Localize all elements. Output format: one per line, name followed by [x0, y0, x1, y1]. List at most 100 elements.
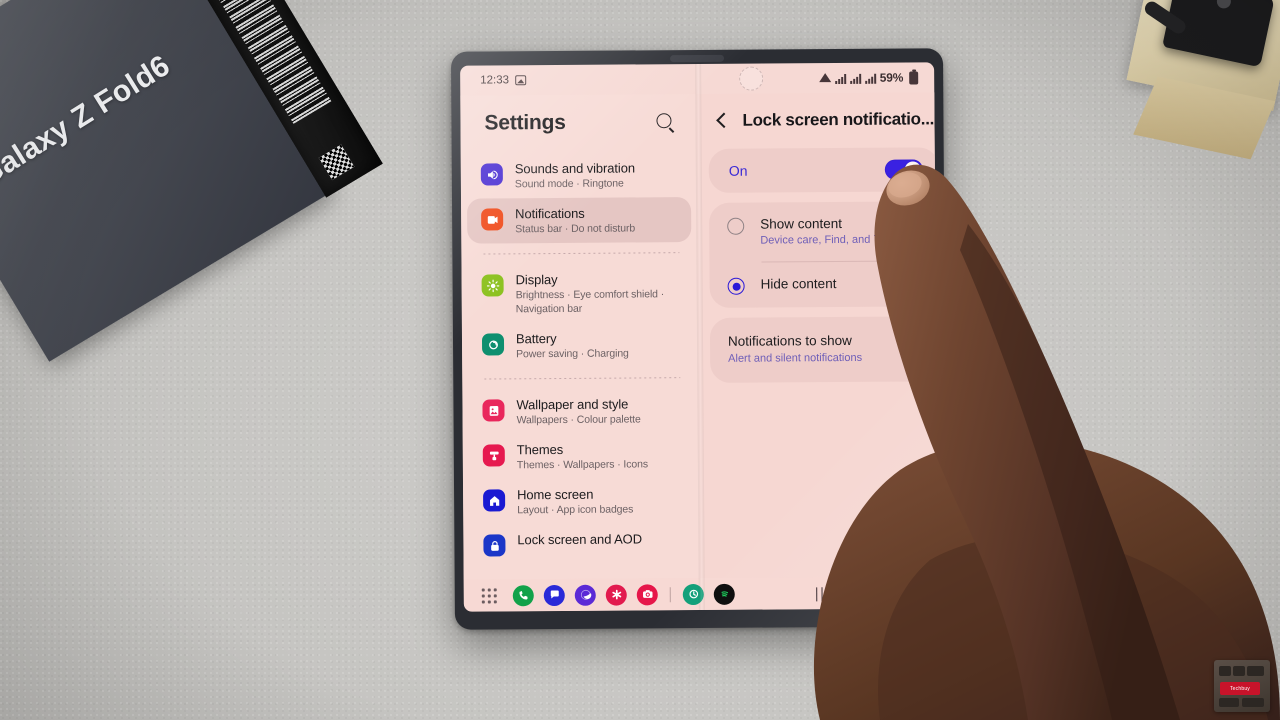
security-app-icon[interactable]	[682, 583, 704, 605]
sidebar-item-sounds-and-vibration[interactable]: Sounds and vibration Sound mode · Rington…	[467, 152, 691, 199]
settings-group-divider	[483, 252, 680, 255]
speaker-icon	[480, 163, 503, 186]
notifications-to-show-row[interactable]: Notifications to show Alert and silent n…	[709, 316, 938, 383]
radio-hide-content[interactable]	[727, 277, 745, 295]
sidebar-item-label: Notifications	[515, 205, 585, 222]
option-show-content-body: Show content Device care, Find, and 7 mo…	[760, 215, 908, 249]
toggle-knob	[904, 161, 921, 178]
sidebar-item-label: Sounds and vibration	[514, 160, 636, 177]
home-icon	[483, 489, 506, 512]
settings-panes: Settings Sounds and vibration Sound mode …	[460, 92, 938, 580]
sidebar-item-text: Wallpaper and style Wallpapers · Colour p…	[516, 395, 640, 427]
wifi-icon	[818, 72, 831, 82]
battery-icon	[909, 70, 919, 85]
sidebar-item-label: Battery	[515, 330, 557, 347]
option-hide-content[interactable]: Hide content	[709, 261, 937, 308]
sidebar-item-text: Battery Power saving · Charging	[516, 329, 629, 361]
all-apps-icon[interactable]	[481, 587, 497, 604]
status-bar-clock: 12:33	[480, 74, 510, 87]
lock-icon	[483, 534, 506, 557]
messages-app-icon[interactable]	[543, 584, 565, 606]
watermark-key-label: Techbuy	[1220, 682, 1260, 695]
signal-bars-icon-secondary	[849, 72, 861, 84]
image-icon	[514, 75, 527, 86]
sidebar-item-text: Home screen Layout · App icon badges	[517, 485, 633, 517]
spotify-app-icon[interactable]	[713, 583, 735, 605]
master-toggle-label: On	[728, 162, 748, 179]
wallpaper-icon	[482, 399, 505, 422]
status-bar-left: 12:33	[480, 74, 527, 87]
sidebar-item-sublabel: Wallpapers · Colour palette	[516, 413, 641, 427]
sidebar-item-themes[interactable]: Themes Themes · Wallpapers · Icons	[469, 433, 693, 480]
back-button[interactable]	[892, 586, 922, 599]
product-box-label: Galaxy Z Fold6	[0, 48, 176, 193]
phone-app-icon[interactable]	[512, 584, 534, 606]
sidebar-item-sublabel: Themes · Wallpapers · Icons	[516, 458, 649, 472]
phone-speaker-slot	[670, 54, 725, 63]
sidebar-item-sublabel: Brightness · Eye comfort shield · Naviga…	[515, 288, 665, 316]
notification-bubble-icon	[481, 208, 504, 231]
sidebar-item-sublabel: Status bar · Do not disturb	[515, 222, 636, 236]
option-hide-content-title: Hide content	[760, 276, 837, 292]
sidebar-item-text: Lock screen and AOD	[517, 530, 642, 548]
sidebar-item-wallpaper-and-style[interactable]: Wallpaper and style Wallpapers · Colour p…	[468, 388, 692, 435]
search-icon[interactable]	[656, 113, 674, 131]
sidebar-item-label: Display	[515, 271, 558, 288]
sidebar-item-label: Themes	[516, 441, 564, 458]
option-show-content-title: Show content	[760, 215, 843, 232]
sidebar-item-text: Themes Themes · Wallpapers · Icons	[517, 440, 648, 472]
fingerprint-icon	[738, 66, 763, 91]
notifications-to-show-title: Notifications to show	[727, 332, 852, 349]
notifications-to-show-sub: Alert and silent notifications	[728, 351, 863, 365]
photo-editor-app-icon[interactable]	[605, 584, 627, 606]
sidebar-item-sublabel: Power saving · Charging	[516, 347, 629, 361]
signal-bars-icon-tertiary	[864, 72, 876, 84]
sidebar-item-text: Notifications Status bar · Do not disturb	[515, 204, 635, 236]
battery-ring-icon	[481, 333, 505, 356]
detail-title: Lock screen notificatio...	[742, 109, 935, 130]
settings-left-pane: Settings Sounds and vibration Sound mode …	[460, 94, 700, 580]
phone-screen: 12:33 59% Settings Sounds and vibration …	[460, 62, 938, 612]
sidebar-item-battery[interactable]: Battery Power saving · Charging	[468, 322, 692, 369]
settings-right-pane: Lock screen notificatio... On Show conte…	[696, 92, 938, 579]
status-bar: 12:33 59%	[460, 62, 934, 95]
taskbar: |||	[463, 576, 938, 612]
channel-watermark: Techbuy	[1214, 660, 1270, 712]
clamp-hole	[1215, 0, 1233, 10]
sidebar-item-label: Lock screen and AOD	[517, 531, 643, 548]
detail-header: Lock screen notificatio...	[696, 92, 938, 147]
dock-separator	[669, 586, 671, 602]
samsung-internet-app-icon[interactable]	[574, 584, 596, 606]
radio-show-content[interactable]	[727, 217, 745, 235]
sidebar-item-sublabel: Sound mode · Ringtone	[514, 177, 624, 191]
back-chevron-icon[interactable]	[714, 113, 730, 129]
signal-bars-icon	[834, 72, 846, 84]
content-options-card: Show content Device care, Find, and 7 mo…	[709, 201, 938, 308]
sidebar-item-home-screen[interactable]: Home screen Layout · App icon badges	[469, 478, 693, 525]
phone-device: 12:33 59% Settings Sounds and vibration …	[450, 48, 948, 630]
option-hide-content-body: Hide content	[761, 275, 837, 294]
brightness-icon	[481, 274, 504, 297]
dock	[512, 583, 735, 606]
paint-roller-icon	[482, 444, 505, 467]
home-button[interactable]	[850, 585, 880, 600]
camera-app-icon[interactable]	[636, 583, 658, 605]
settings-list[interactable]: Sounds and vibration Sound mode · Rington…	[461, 150, 700, 580]
master-toggle-row[interactable]: On	[708, 147, 938, 193]
status-bar-right: 59%	[738, 65, 919, 91]
sidebar-item-text: Sounds and vibration Sound mode · Rington…	[515, 159, 635, 191]
page-title: Settings	[484, 110, 566, 135]
sidebar-item-sublabel: Layout · App icon badges	[517, 503, 634, 517]
settings-header: Settings	[460, 94, 696, 152]
sidebar-item-lock-screen-and-aod[interactable]: Lock screen and AOD	[469, 523, 693, 564]
option-show-content[interactable]: Show content Device care, Find, and 7 mo…	[709, 201, 938, 262]
recents-button[interactable]: |||	[808, 585, 838, 602]
qr-code-icon	[318, 144, 355, 181]
sidebar-item-label: Home screen	[517, 486, 594, 503]
sidebar-item-notifications[interactable]: Notifications Status bar · Do not disturb	[467, 197, 692, 244]
settings-group-divider	[484, 377, 681, 380]
sidebar-item-label: Wallpaper and style	[516, 396, 629, 413]
sidebar-item-display[interactable]: Display Brightness · Eye comfort shield ·…	[467, 263, 691, 324]
sidebar-item-text: Display Brightness · Eye comfort shield ·…	[516, 270, 678, 316]
master-toggle-switch[interactable]	[884, 159, 923, 180]
